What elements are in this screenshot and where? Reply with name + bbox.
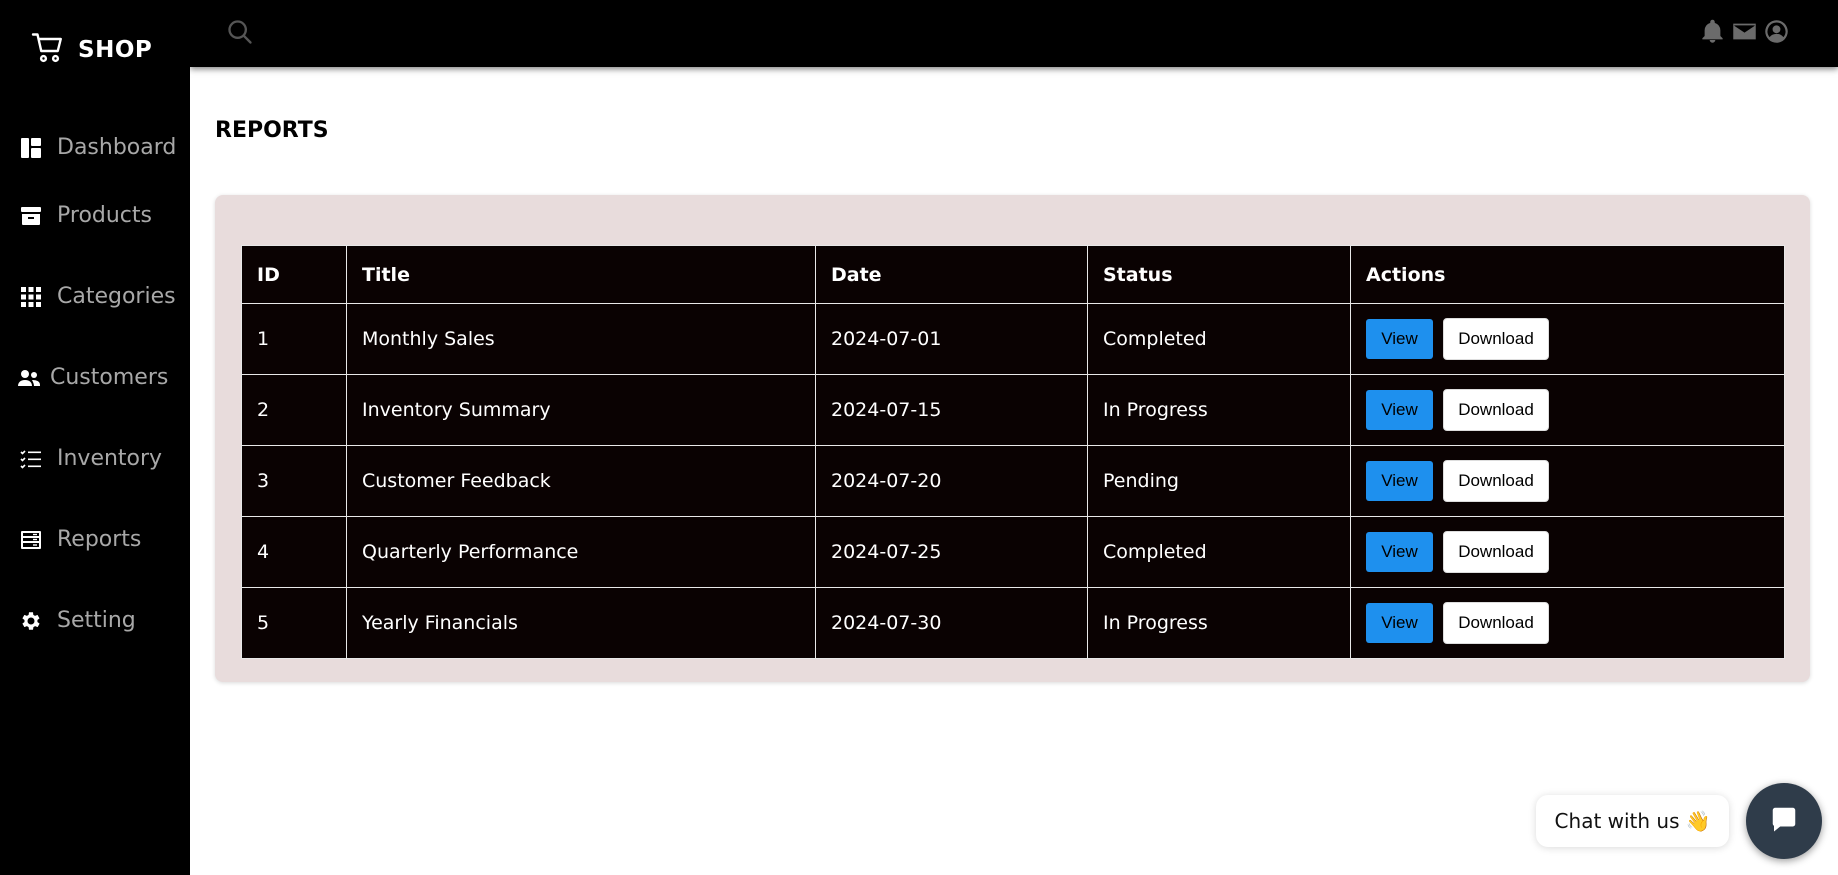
cell-date: 2024-07-15 <box>815 374 1088 446</box>
cell-title: Monthly Sales <box>346 303 816 375</box>
sidebar-item-customers[interactable]: Customers <box>0 337 190 418</box>
chat-icon <box>1769 804 1799 838</box>
sidebar-item-dashboard[interactable]: Dashboard <box>0 120 190 175</box>
sidebar-nav: Dashboard Products Categories Customers … <box>0 120 190 661</box>
chat-launcher-button[interactable] <box>1746 783 1822 859</box>
cell-status: Pending <box>1087 445 1351 517</box>
column-header-actions: Actions <box>1350 245 1785 304</box>
cell-actions: View Download <box>1350 374 1785 446</box>
view-button[interactable]: View <box>1366 390 1433 430</box>
column-header-title: Title <box>346 245 816 304</box>
cell-title: Quarterly Performance <box>346 516 816 588</box>
sidebar-item-label: Inventory <box>57 446 163 471</box>
download-button[interactable]: Download <box>1443 602 1549 644</box>
search-icon[interactable] <box>226 18 254 46</box>
cell-title: Inventory Summary <box>346 374 816 446</box>
download-button[interactable]: Download <box>1443 389 1549 431</box>
cell-id: 4 <box>241 516 347 588</box>
download-button[interactable]: Download <box>1443 531 1549 573</box>
cell-status: Completed <box>1087 516 1351 588</box>
sidebar-item-label: Setting <box>57 608 136 633</box>
users-icon <box>16 365 42 391</box>
top-icons <box>1699 18 1790 45</box>
page-title: REPORTS <box>215 118 329 143</box>
brand-name: SHOP <box>78 37 153 63</box>
download-button[interactable]: Download <box>1443 318 1549 360</box>
reports-icon <box>18 527 44 553</box>
cell-actions: View Download <box>1350 445 1785 517</box>
column-header-status: Status <box>1087 245 1351 304</box>
brand-logo[interactable]: SHOP <box>30 30 152 70</box>
cell-title: Yearly Financials <box>346 587 816 659</box>
cell-id: 3 <box>241 445 347 517</box>
sidebar-item-reports[interactable]: Reports <box>0 499 190 580</box>
gear-icon <box>18 608 44 634</box>
cell-id: 1 <box>241 303 347 375</box>
reports-panel: ID Title Date Status Actions 1 Monthly S… <box>215 195 1810 682</box>
cell-actions: View Download <box>1350 516 1785 588</box>
column-header-date: Date <box>815 245 1088 304</box>
cell-title: Customer Feedback <box>346 445 816 517</box>
dashboard-icon <box>18 135 44 161</box>
table-row: 1 Monthly Sales 2024-07-01 Completed Vie… <box>241 303 1785 375</box>
list-icon <box>18 446 44 472</box>
view-button[interactable]: View <box>1366 603 1433 643</box>
top-bar <box>190 0 1838 67</box>
cell-date: 2024-07-30 <box>815 587 1088 659</box>
sidebar-item-label: Products <box>57 203 152 228</box>
table-row: 2 Inventory Summary 2024-07-15 In Progre… <box>241 374 1785 446</box>
mail-icon[interactable] <box>1731 18 1758 45</box>
sidebar-item-categories[interactable]: Categories <box>0 256 190 337</box>
cell-date: 2024-07-01 <box>815 303 1088 375</box>
sidebar-item-label: Categories <box>57 284 176 309</box>
download-button[interactable]: Download <box>1443 460 1549 502</box>
sidebar-item-inventory[interactable]: Inventory <box>0 418 190 499</box>
grid-icon <box>18 284 44 310</box>
table-row: 4 Quarterly Performance 2024-07-25 Compl… <box>241 516 1785 588</box>
sidebar-item-label: Customers <box>50 365 169 390</box>
cell-date: 2024-07-20 <box>815 445 1088 517</box>
sidebar-item-setting[interactable]: Setting <box>0 580 190 661</box>
view-button[interactable]: View <box>1366 319 1433 359</box>
sidebar-item-products[interactable]: Products <box>0 175 190 256</box>
view-button[interactable]: View <box>1366 461 1433 501</box>
cell-id: 2 <box>241 374 347 446</box>
wave-emoji-icon: 👋 <box>1685 809 1711 833</box>
sidebar-item-label: Dashboard <box>57 135 177 160</box>
cell-id: 5 <box>241 587 347 659</box>
view-button[interactable]: View <box>1366 532 1433 572</box>
archive-icon <box>18 203 44 229</box>
table-row: 5 Yearly Financials 2024-07-30 In Progre… <box>241 587 1785 659</box>
cell-status: In Progress <box>1087 374 1351 446</box>
cell-actions: View Download <box>1350 587 1785 659</box>
cell-date: 2024-07-25 <box>815 516 1088 588</box>
table-header-row: ID Title Date Status Actions <box>241 245 1785 304</box>
sidebar-item-label: Reports <box>57 527 142 552</box>
chat-label-text: Chat with us <box>1554 809 1680 833</box>
cell-status: In Progress <box>1087 587 1351 659</box>
account-icon[interactable] <box>1763 18 1790 45</box>
column-header-id: ID <box>241 245 347 304</box>
bell-icon[interactable] <box>1699 18 1726 45</box>
table-row: 3 Customer Feedback 2024-07-20 Pending V… <box>241 445 1785 517</box>
cart-icon <box>30 30 66 70</box>
reports-table: ID Title Date Status Actions 1 Monthly S… <box>241 245 1785 659</box>
chat-with-us-label[interactable]: Chat with us 👋 <box>1536 795 1729 847</box>
cell-status: Completed <box>1087 303 1351 375</box>
sidebar: SHOP Dashboard Products Categories Custo… <box>0 0 190 875</box>
cell-actions: View Download <box>1350 303 1785 375</box>
